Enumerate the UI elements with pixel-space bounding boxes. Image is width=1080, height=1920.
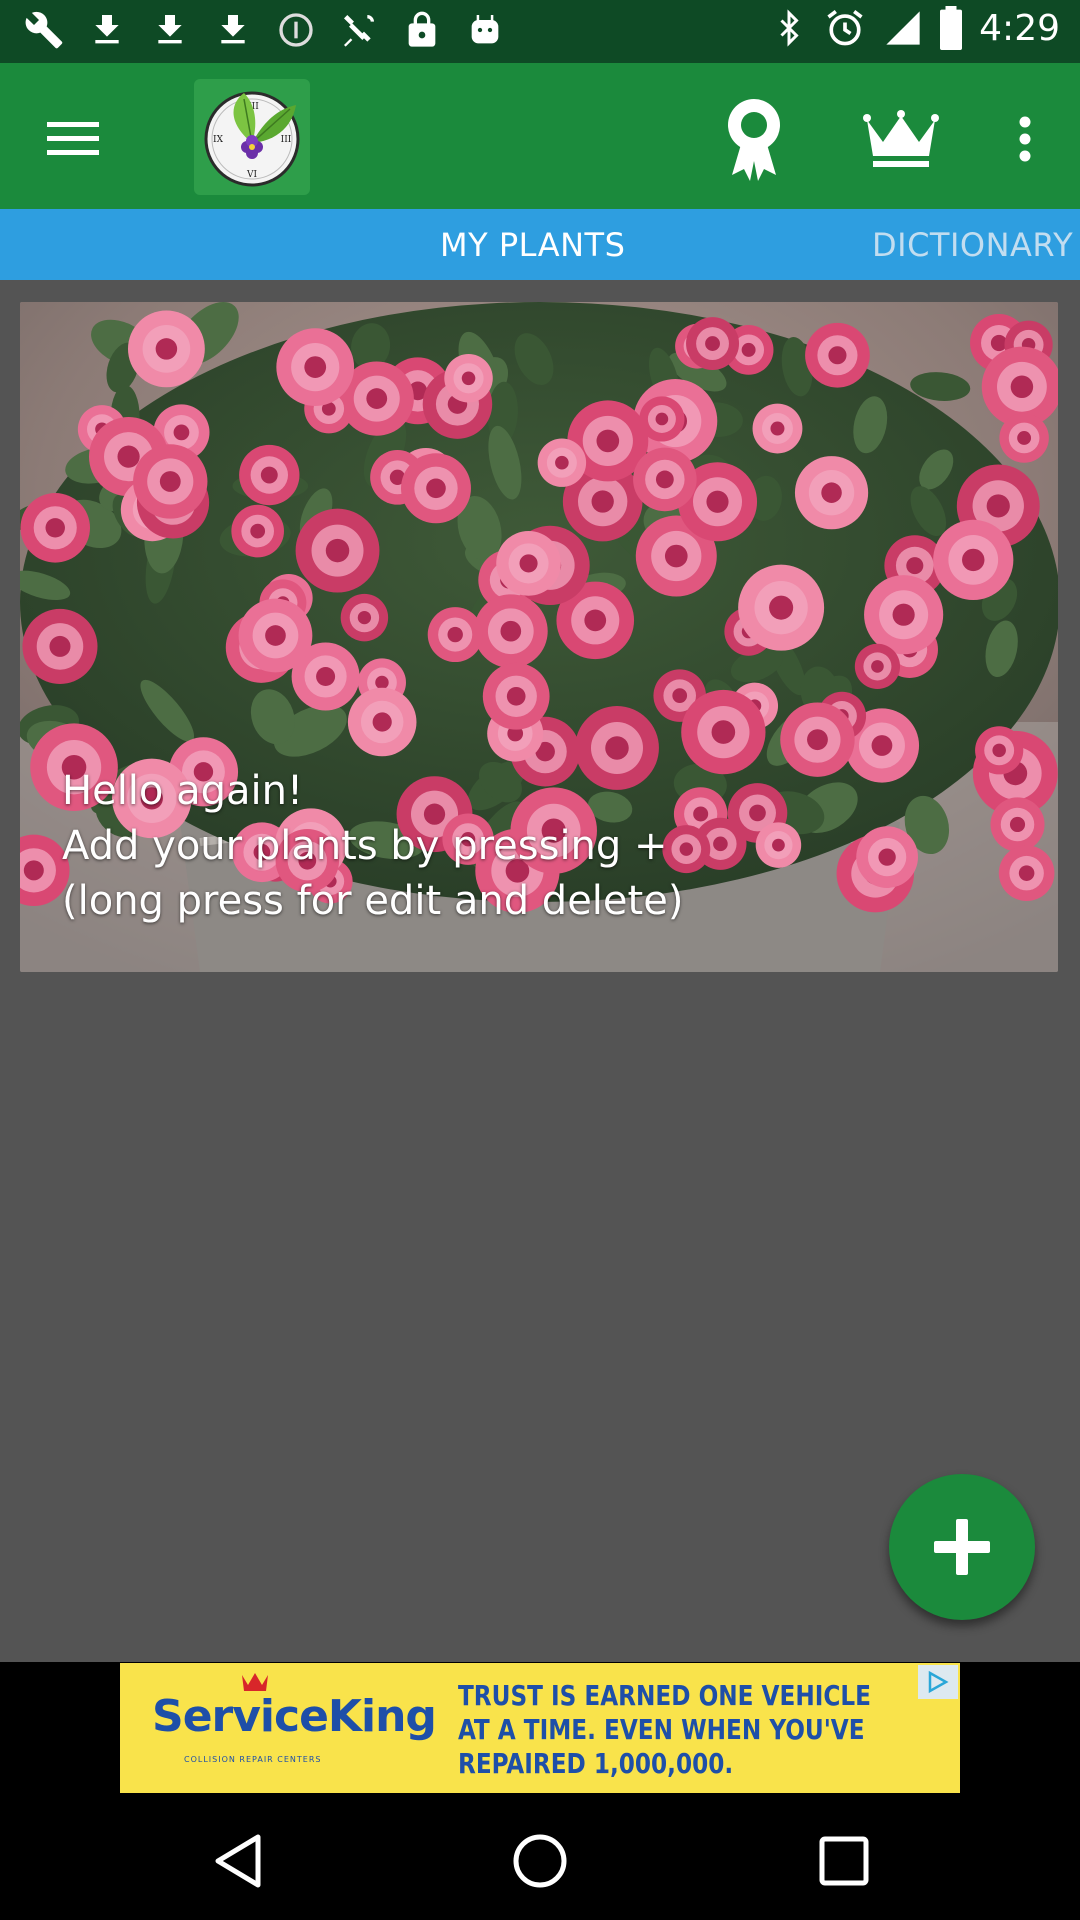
ad-crown-icon (242, 1673, 268, 1691)
system-nav-bar (0, 1797, 1080, 1920)
signal-icon (883, 8, 923, 48)
add-plant-button[interactable] (889, 1474, 1035, 1620)
info-icon (274, 8, 318, 52)
bluetooth-icon (771, 6, 807, 50)
ad-line-3: REPAIRED 1,000,000. (458, 1747, 734, 1780)
tab-my-plants[interactable]: MY PLANTS (440, 209, 625, 280)
home-icon[interactable] (510, 1831, 570, 1891)
ad-brand-sub: COLLISION REPAIR CENTERS (184, 1755, 322, 1764)
battery-icon (939, 6, 963, 50)
alarm-icon (823, 6, 867, 50)
svg-text:III: III (281, 135, 292, 145)
ad-line-1: TRUST IS EARNED ONE VEHICLE (458, 1679, 871, 1712)
plus-icon (934, 1519, 990, 1575)
android-icon (463, 8, 507, 52)
wrench-icon (22, 8, 66, 52)
download-icon (85, 8, 129, 52)
svg-text:VI: VI (246, 170, 257, 180)
welcome-line-3: (long press for edit and delete) (62, 878, 684, 924)
back-icon[interactable] (208, 1831, 268, 1891)
menu-icon[interactable] (40, 105, 106, 171)
status-bar: 4:29 (0, 0, 1080, 63)
status-time: 4:29 (979, 7, 1060, 49)
ad-choices-icon[interactable] (918, 1665, 958, 1699)
welcome-card[interactable]: Hello again! Add your plants by pressing… (20, 302, 1058, 972)
welcome-message: Hello again! Add your plants by pressing… (62, 764, 683, 929)
satellite-icon (337, 8, 381, 52)
recents-icon[interactable] (814, 1831, 874, 1891)
app-toolbar: XII III VI IX (0, 63, 1080, 209)
download-icon (211, 8, 255, 52)
ad-banner[interactable]: ServiceKing COLLISION REPAIR CENTERS TRU… (120, 1663, 960, 1793)
svg-text:IX: IX (213, 135, 224, 145)
download-icon (148, 8, 192, 52)
tab-dictionary[interactable]: DICTIONARY (872, 209, 1073, 280)
tab-bar: MY PLANTS DICTIONARY (0, 209, 1080, 280)
ad-line-2: AT A TIME. EVEN WHEN YOU'VE (458, 1713, 865, 1746)
award-icon[interactable] (716, 93, 792, 183)
welcome-line-1: Hello again! (62, 768, 304, 814)
ad-brand: ServiceKing (152, 1691, 437, 1742)
welcome-line-2: Add your plants by pressing + (62, 823, 668, 869)
more-options-icon[interactable] (1002, 99, 1048, 179)
app-logo[interactable]: XII III VI IX (194, 79, 310, 195)
crown-icon[interactable] (858, 99, 944, 179)
lock-icon (400, 8, 444, 52)
